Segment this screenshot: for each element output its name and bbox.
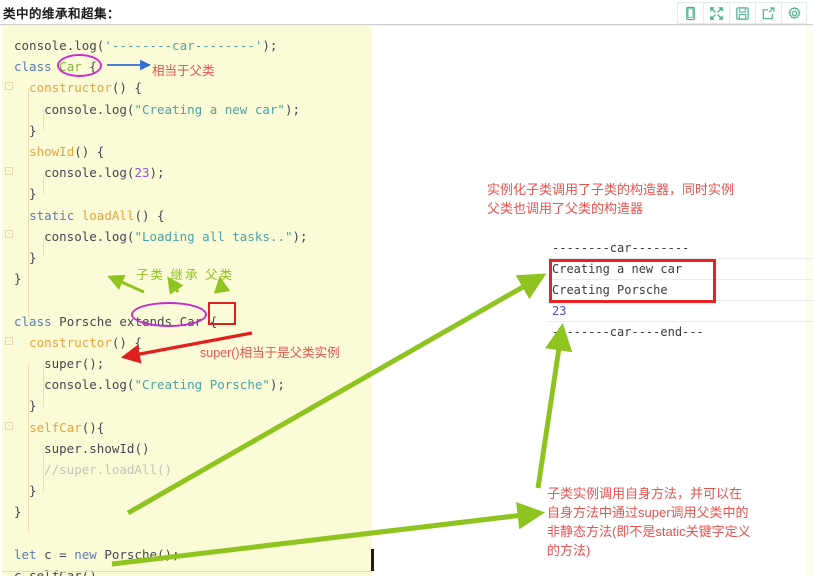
- code-editor-panel[interactable]: - - - - - console.log('--------car------…: [2, 26, 372, 576]
- highlight-box-car: [208, 302, 236, 325]
- share-icon[interactable]: [755, 2, 781, 24]
- fold-marker[interactable]: -: [5, 230, 13, 238]
- highlight-circle-extends: [131, 302, 207, 327]
- console-row: --------car----end---: [552, 325, 704, 339]
- save-icon[interactable]: [729, 2, 755, 24]
- editor-bottom-border: [2, 571, 372, 572]
- fold-marker[interactable]: -: [5, 422, 13, 430]
- mobile-preview-icon[interactable]: [677, 2, 703, 24]
- fold-marker[interactable]: -: [5, 167, 13, 175]
- toolbar: [677, 2, 807, 24]
- console-row-number: 23: [548, 301, 813, 322]
- settings-gear-icon[interactable]: [781, 2, 807, 24]
- annotation-super-instance: super()相当于是父类实例: [200, 346, 340, 360]
- arrow-annotation-to-23: [535, 323, 573, 489]
- annotation-parent-class: 相当于父类: [152, 64, 215, 78]
- highlight-circle-car: [57, 54, 102, 77]
- fold-marker[interactable]: -: [5, 82, 13, 90]
- fold-marker[interactable]: -: [5, 337, 13, 345]
- text-caret: [371, 549, 374, 571]
- annotation-selfcar-explain: 子类实例调用自身方法，并可以在 自身方法中通过super调用父类中的 非静态方法…: [547, 486, 751, 558]
- header-bar: 类中的维承和超集：: [0, 0, 813, 25]
- annotation-constructor-explain: 实例化子类调用了子类的构造器，同时实例 父类也调用了父类的构造器: [487, 182, 735, 216]
- fullscreen-icon[interactable]: [703, 2, 729, 24]
- console-row: --------car--------: [548, 238, 813, 259]
- annotation-subclass-inherits: 子类 继承 父类: [136, 268, 234, 282]
- console-highlight-box: [549, 259, 716, 303]
- page-title: 类中的维承和超集：: [3, 7, 121, 21]
